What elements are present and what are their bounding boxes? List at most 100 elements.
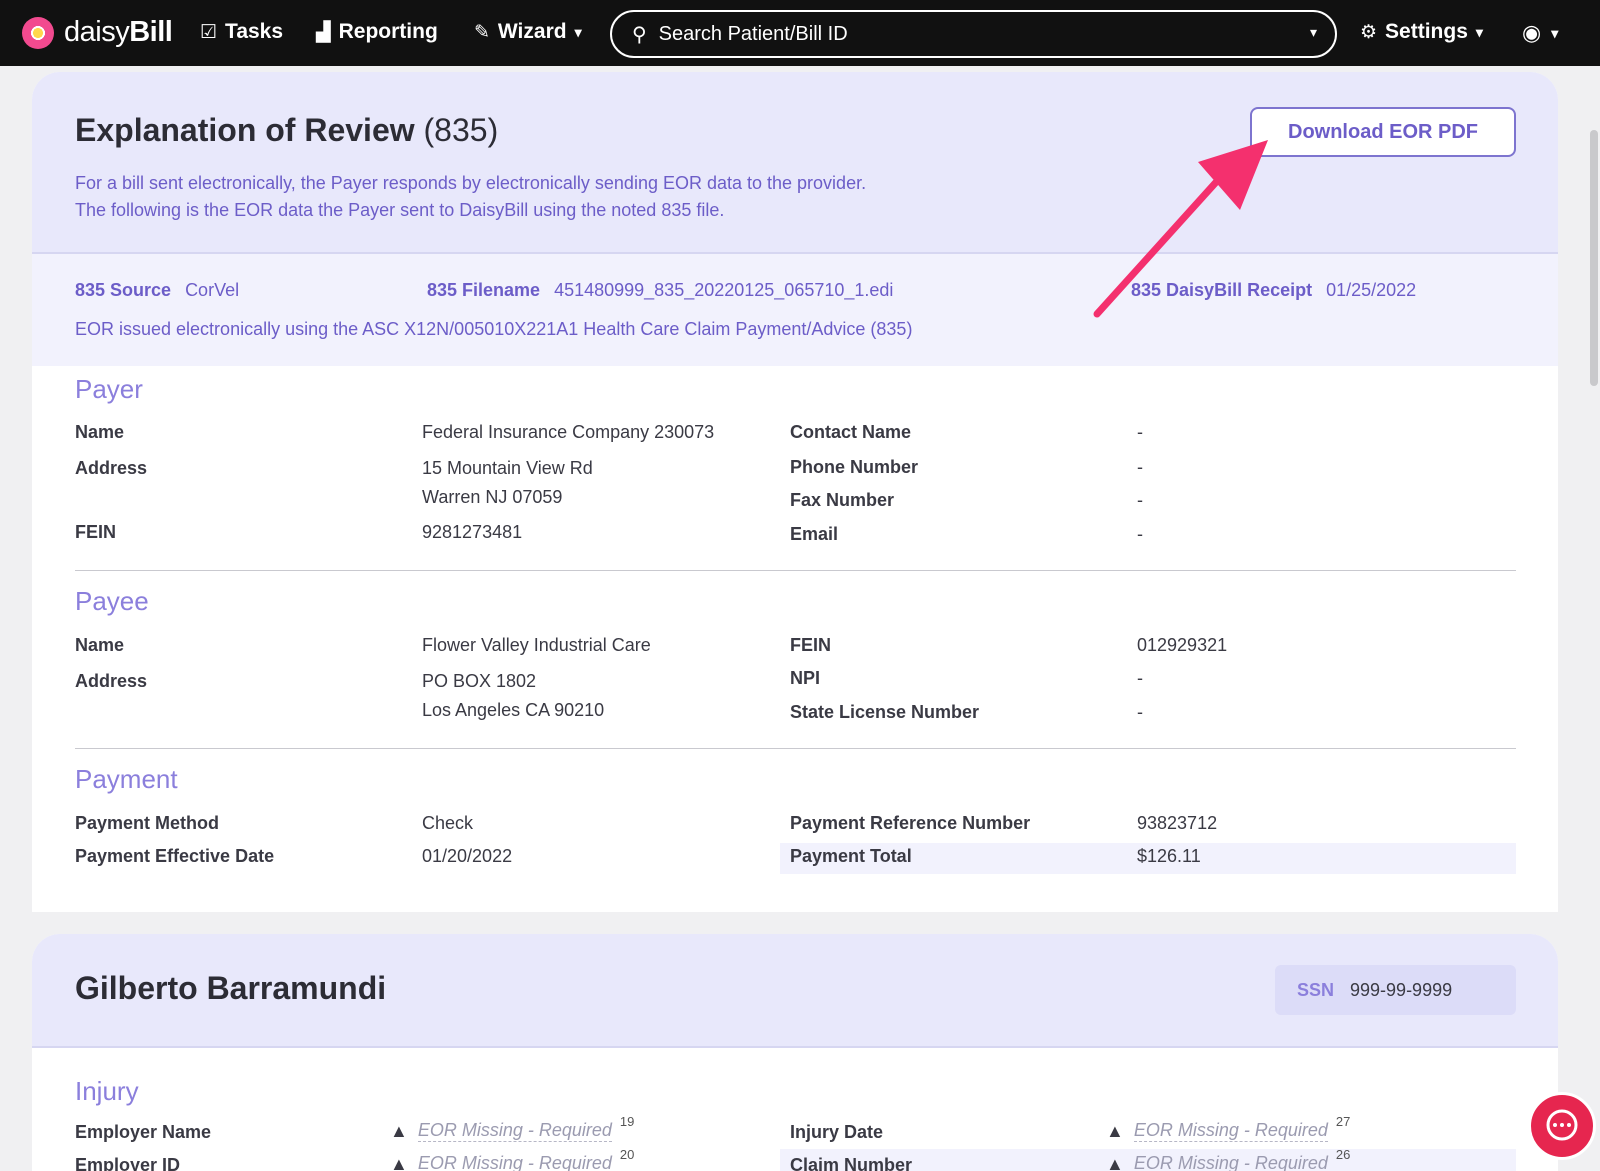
reference-number: 20 — [619, 1146, 635, 1162]
payer-phone-value: - — [1137, 457, 1143, 477]
payee-npi-label: NPI — [790, 668, 821, 688]
reference-number: 27 — [1335, 1113, 1351, 1129]
payer-name-value: Federal Insurance Company 230073 — [422, 422, 715, 442]
payer-email-value: - — [1137, 524, 1143, 544]
eor-meta: 835 Source CorVel 835 Filename 451480999_8… — [32, 254, 1558, 366]
warning-icon: ▲ — [1106, 1120, 1124, 1141]
gear-icon: ⚙ — [1360, 21, 1378, 43]
daisy-flower-icon — [22, 16, 54, 49]
nav-reporting-label: Reporting — [338, 20, 438, 43]
warning-icon: ▲ — [1106, 1153, 1124, 1171]
eor-note: EOR issued electronically using the ASC … — [75, 319, 913, 339]
ssn-badge: SSN 999-99-9999 — [1275, 965, 1516, 1015]
payee-fein-label: FEIN — [790, 635, 832, 655]
payer-title: Payer — [75, 374, 143, 404]
warning-icon: ▲ — [390, 1120, 408, 1141]
payee-npi-value: - — [1137, 668, 1143, 688]
clipboard-check-icon: ☑ — [200, 21, 218, 43]
warning-icon: ▲ — [390, 1153, 408, 1171]
search-icon: ⚲ — [632, 23, 647, 46]
magic-wand-icon: ✎ — [474, 21, 490, 43]
payer-fax-label: Fax Number — [790, 490, 895, 510]
injury-title: Injury — [75, 1076, 139, 1106]
payment-date-value: 01/20/2022 — [422, 846, 513, 866]
eor-header: Explanation of Review (835) For a bill s… — [32, 72, 1558, 254]
claim-number-missing[interactable]: ▲ EOR Missing - Required 26 — [1106, 1147, 1350, 1171]
payment-method-label: Payment Method — [75, 813, 220, 833]
payer-phone-label: Phone Number — [790, 457, 919, 477]
divider — [75, 570, 1516, 571]
payer-address-line1: 15 Mountain View Rd — [422, 458, 593, 478]
payee-fein-value: 012929321 — [1137, 635, 1228, 655]
chat-bubble-icon — [1546, 1109, 1578, 1141]
payment-date-label: Payment Effective Date — [75, 846, 275, 866]
payment-ref-label: Payment Reference Number — [790, 813, 1031, 833]
payee-license-value: - — [1137, 702, 1143, 722]
eor-description: For a bill sent electronically, the Paye… — [75, 173, 867, 220]
payment-total-value: $126.11 — [1137, 846, 1201, 866]
payee-name-value: Flower Valley Industrial Care — [422, 635, 651, 655]
payee-address-label: Address — [75, 671, 148, 691]
payment-title: Payment — [75, 764, 178, 794]
source-835: 835 Source CorVel — [75, 280, 240, 300]
payment-ref-value: 93823712 — [1137, 813, 1218, 833]
download-eor-pdf-button[interactable]: Download EOR PDF — [1250, 107, 1516, 157]
chevron-down-icon: ▾ — [1551, 24, 1559, 41]
scrollbar[interactable] — [1590, 130, 1598, 386]
user-circle-icon: ◉ — [1522, 20, 1542, 45]
patient-header: Gilberto Barramundi SSN 999-99-9999 — [32, 934, 1558, 1048]
payment-total-label: Payment Total — [790, 846, 912, 866]
missing-text: EOR Missing - Required — [418, 1153, 612, 1171]
nav-settings-label: Settings — [1385, 20, 1468, 43]
payer-fein-label: FEIN — [75, 522, 117, 542]
chevron-down-icon: ▾ — [1475, 23, 1483, 40]
employer-id-missing[interactable]: ▲ EOR Missing - Required 20 — [390, 1147, 634, 1171]
payment-method-value: Check — [422, 813, 474, 833]
missing-text: EOR Missing - Required — [1133, 1120, 1328, 1142]
claim-number-label: Claim Number — [790, 1155, 913, 1171]
chevron-down-icon: ▾ — [574, 23, 582, 40]
payer-address-line2: Warren NJ 07059 — [422, 487, 563, 507]
nav-wizard-label: Wizard — [497, 20, 567, 43]
filename-835: 835 Filename 451480999_835_20220125_06571… — [427, 280, 894, 300]
payer-contact-value: - — [1137, 422, 1143, 442]
employer-name-label: Employer Name — [75, 1122, 212, 1142]
nav-tasks[interactable]: ☑ Tasks — [200, 20, 283, 44]
payee-license-label: State License Number — [790, 702, 980, 722]
nav-settings[interactable]: ⚙ Settings ▾ — [1360, 20, 1483, 44]
patient-name: Gilberto Barramundi — [75, 970, 387, 1006]
nav-tasks-label: Tasks — [225, 20, 284, 43]
injury-date-label: Injury Date — [790, 1122, 884, 1142]
top-navbar: daisyBill ☑ Tasks ▟ Reporting ✎ Wizard ▾… — [0, 0, 1600, 66]
search-input[interactable]: ⚲ Search Patient/Bill ID ▾ — [610, 10, 1337, 58]
missing-text: EOR Missing - Required — [417, 1120, 612, 1142]
eor-card: Explanation of Review (835) For a bill s… — [32, 72, 1558, 912]
payee-name-label: Name — [75, 635, 125, 655]
brand-name: daisyBill — [64, 16, 173, 48]
patient-card: Gilberto Barramundi SSN 999-99-9999 Injur… — [32, 934, 1558, 1171]
nav-reporting[interactable]: ▟ Reporting — [316, 20, 438, 44]
injury-date-missing[interactable]: ▲ EOR Missing - Required 27 — [1106, 1114, 1350, 1142]
payee-address-line1: PO BOX 1802 — [422, 671, 537, 691]
bar-chart-icon: ▟ — [316, 21, 331, 43]
divider — [75, 748, 1516, 749]
payer-fein-value: 9281273481 — [422, 522, 523, 542]
missing-text: EOR Missing - Required — [1134, 1153, 1328, 1171]
receipt-835: 835 DaisyBill Receipt 01/25/2022 — [1131, 280, 1417, 300]
employer-name-missing[interactable]: ▲ EOR Missing - Required 19 — [390, 1114, 634, 1142]
payer-contact-label: Contact Name — [790, 422, 912, 442]
payer-address-label: Address — [75, 458, 148, 478]
user-menu[interactable]: ◉ ▾ — [1522, 20, 1558, 46]
chevron-down-icon[interactable]: ▾ — [1310, 24, 1317, 41]
payer-email-label: Email — [790, 524, 839, 544]
reference-number: 26 — [1335, 1146, 1351, 1162]
payee-address-line2: Los Angeles CA 90210 — [422, 700, 605, 720]
daisybill-logo[interactable]: daisyBill — [22, 16, 173, 49]
payee-title: Payee — [75, 586, 149, 616]
nav-wizard[interactable]: ✎ Wizard ▾ — [474, 20, 582, 44]
page-title: Explanation of Review (835) — [75, 112, 499, 148]
payer-name-label: Name — [75, 422, 125, 442]
employer-id-label: Employer ID — [75, 1155, 181, 1171]
chat-icon[interactable] — [1528, 1092, 1596, 1160]
reference-number: 19 — [619, 1113, 635, 1129]
